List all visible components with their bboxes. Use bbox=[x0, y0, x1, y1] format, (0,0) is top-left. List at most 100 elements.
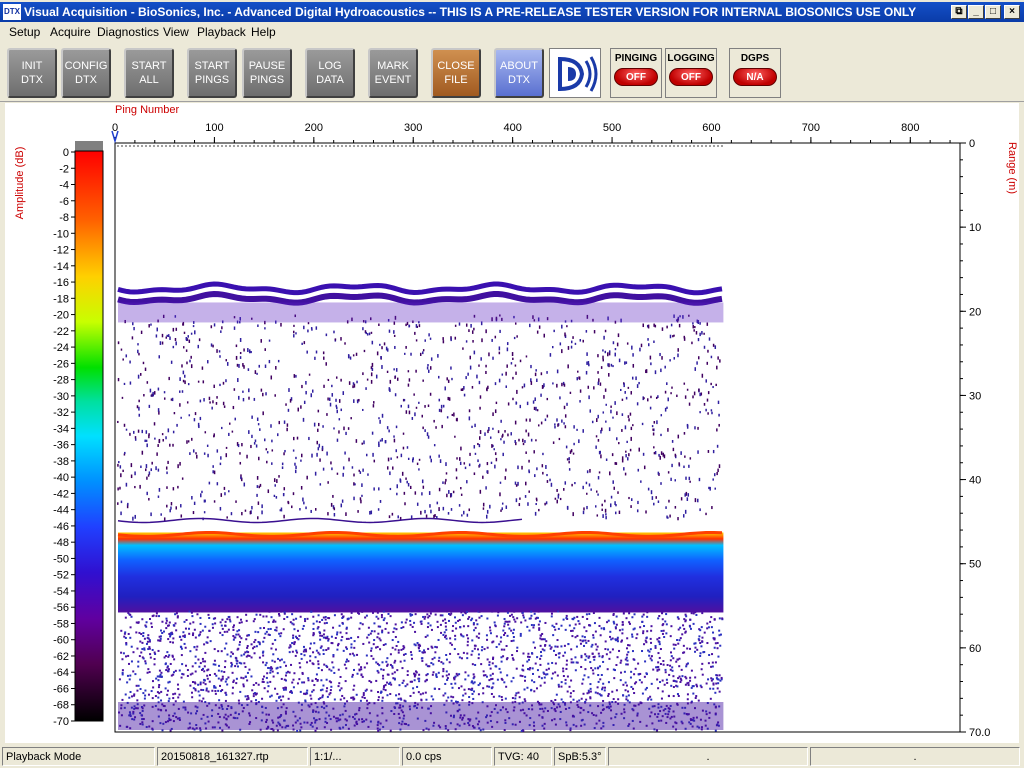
status-field-1: . bbox=[608, 747, 808, 766]
colorbar-tick-label: -6 bbox=[59, 196, 69, 208]
echogram-chart[interactable]: 0 -2 -4 -6 -8 -10 -12 -14 -16 -18 -20 -22 -24 -26 -28 -… bbox=[5, 103, 1019, 743]
colorbar-tick-label: -62 bbox=[53, 651, 69, 663]
y-tick-label: 70.0 bbox=[969, 727, 990, 739]
colorbar-tick-label: -58 bbox=[53, 618, 69, 630]
status-ratio: 1:1/... bbox=[310, 747, 400, 766]
restore-button[interactable]: ⧉ bbox=[951, 5, 967, 19]
pinging-indicator: PINGING OFF bbox=[610, 48, 662, 98]
colorbar-tick-label: -44 bbox=[53, 505, 69, 517]
x-tick-label: 400 bbox=[503, 122, 521, 134]
colorbar-tick-label: -46 bbox=[53, 521, 69, 533]
colorbar-tick-label: -32 bbox=[53, 407, 69, 419]
x-tick-label: 300 bbox=[404, 122, 422, 134]
colorbar-tick-label: -56 bbox=[53, 602, 69, 614]
colorbar-tick-label: -8 bbox=[59, 212, 69, 224]
colorbar-tick-label: -14 bbox=[53, 261, 69, 273]
menu-acquire[interactable]: Acquire bbox=[50, 25, 91, 39]
echogram-plot-area[interactable] bbox=[114, 142, 961, 733]
colorbar-tick-label: -50 bbox=[53, 553, 69, 565]
colorbar-tick-label: -38 bbox=[53, 456, 69, 468]
dgps-indicator: DGPS N/A bbox=[729, 48, 781, 98]
start-pings-button[interactable]: START PINGS bbox=[187, 48, 237, 98]
colorbar-tick-label: -2 bbox=[59, 163, 69, 175]
x-axis-label: Ping Number bbox=[115, 104, 180, 116]
x-tick-label: 600 bbox=[702, 122, 720, 134]
colorbar-tick-label: -34 bbox=[53, 423, 69, 435]
status-file: 20150818_161327.rtp bbox=[157, 747, 308, 766]
restore-icon: ⧉ bbox=[955, 6, 963, 17]
menu-help[interactable]: Help bbox=[251, 25, 276, 39]
colorbar-tick-label: -52 bbox=[53, 570, 69, 582]
logging-state: OFF bbox=[669, 68, 713, 86]
colorbar-tick-label: -68 bbox=[53, 700, 69, 712]
colorbar-tick-label: -60 bbox=[53, 635, 69, 647]
status-rate: 0.0 cps bbox=[402, 747, 492, 766]
colorbar-tick-label: -66 bbox=[53, 683, 69, 695]
init-dtx-button[interactable]: INIT DTX bbox=[7, 48, 57, 98]
minimize-button[interactable]: _ bbox=[968, 5, 984, 19]
status-tvg: TVG: 40 bbox=[494, 747, 552, 766]
colorbar bbox=[74, 150, 104, 722]
status-mode: Playback Mode bbox=[2, 747, 155, 766]
colorbar-tick-label: -10 bbox=[53, 228, 69, 240]
colorbar-tick-label: 0 bbox=[63, 147, 69, 159]
colorbar-tick-label: -40 bbox=[53, 472, 69, 484]
y-tick-label: 0 bbox=[969, 138, 975, 150]
title-bar[interactable]: DTX Visual Acquisition - BioSonics, Inc.… bbox=[0, 2, 1024, 22]
x-tick-label: 100 bbox=[205, 122, 223, 134]
menu-bar: Setup Acquire Diagnostics View Playback … bbox=[0, 22, 1024, 42]
x-tick-label: 500 bbox=[603, 122, 621, 134]
colorbar-tick-label: -54 bbox=[53, 586, 69, 598]
status-bar: Playback Mode 20150818_161327.rtp 1:1/..… bbox=[0, 745, 1024, 768]
colorbar-tick-label: -26 bbox=[53, 358, 69, 370]
biosonics-logo-icon bbox=[549, 48, 601, 98]
about-dtx-button[interactable]: ABOUT DTX bbox=[494, 48, 544, 98]
colorbar-tick-label: -36 bbox=[53, 440, 69, 452]
close-icon: × bbox=[1009, 6, 1015, 17]
close-file-button[interactable]: CLOSE FILE bbox=[431, 48, 481, 98]
y-tick-label: 40 bbox=[969, 475, 981, 487]
application-window: DTX Visual Acquisition - BioSonics, Inc.… bbox=[0, 0, 1024, 768]
echogram-panel: 0 -2 -4 -6 -8 -10 -12 -14 -16 -18 -20 -22 -24 -26 -28 -… bbox=[5, 103, 1019, 743]
colorbar-tick-label: -64 bbox=[53, 667, 69, 679]
colorbar-tick-label: -70 bbox=[53, 716, 69, 728]
x-tick-label: 200 bbox=[305, 122, 323, 134]
colorbar-tick-label: -22 bbox=[53, 326, 69, 338]
menu-view[interactable]: View bbox=[163, 25, 189, 39]
dgps-state: N/A bbox=[733, 68, 777, 86]
menu-setup[interactable]: Setup bbox=[9, 25, 40, 39]
app-icon[interactable]: DTX bbox=[3, 4, 21, 20]
start-all-button[interactable]: START ALL bbox=[124, 48, 174, 98]
surface-layer-haze bbox=[118, 302, 724, 323]
x-tick-label: 800 bbox=[901, 122, 919, 134]
colorbar-tick-label: -42 bbox=[53, 488, 69, 500]
y-axis-label: Range (m) bbox=[1006, 142, 1018, 194]
y-tick-label: 10 bbox=[969, 222, 981, 234]
colorbar-tick-label: -16 bbox=[53, 277, 69, 289]
window-title: Visual Acquisition - BioSonics, Inc. - A… bbox=[24, 5, 917, 19]
minimize-icon: _ bbox=[973, 6, 979, 17]
y-tick-label: 20 bbox=[969, 306, 981, 318]
colorbar-tick-label: -28 bbox=[53, 375, 69, 387]
pause-pings-button[interactable]: PAUSE PINGS bbox=[242, 48, 292, 98]
logging-label: LOGGING bbox=[667, 53, 715, 64]
maximize-button[interactable]: □ bbox=[985, 5, 1001, 19]
dgps-label: DGPS bbox=[740, 53, 770, 64]
y-tick-label: 30 bbox=[969, 390, 981, 402]
status-field-2: . bbox=[810, 747, 1020, 766]
menu-diagnostics[interactable]: Diagnostics bbox=[97, 25, 159, 39]
colorbar-tick-label: -20 bbox=[53, 310, 69, 322]
colorbar-tick-label: -18 bbox=[53, 293, 69, 305]
pinging-label: PINGING bbox=[614, 53, 658, 64]
seabed-echo bbox=[118, 532, 724, 613]
y-tick-label: 60 bbox=[969, 643, 981, 655]
close-button[interactable]: × bbox=[1004, 5, 1020, 19]
config-dtx-button[interactable]: CONFIG DTX bbox=[61, 48, 111, 98]
colorbar-top-cap bbox=[75, 141, 103, 151]
colorbar-label: Amplitude (dB) bbox=[14, 147, 26, 220]
menu-playback[interactable]: Playback bbox=[197, 25, 246, 39]
log-data-button[interactable]: LOG DATA bbox=[305, 48, 355, 98]
y-tick-label: 50 bbox=[969, 559, 981, 571]
status-spb: SpB:5.3° bbox=[554, 747, 606, 766]
mark-event-button[interactable]: MARK EVENT bbox=[368, 48, 418, 98]
